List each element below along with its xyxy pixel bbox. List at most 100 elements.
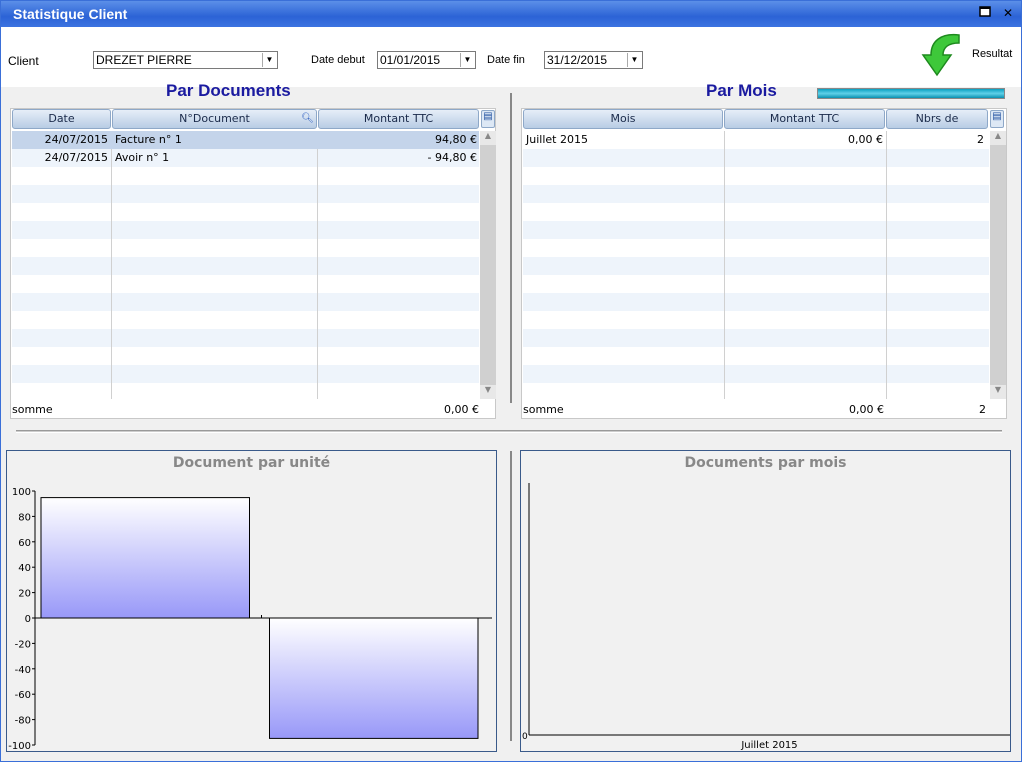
y-tick-label: -80	[15, 716, 31, 727]
column-picker-icon[interactable]: ▤	[481, 110, 495, 128]
table-row[interactable]	[523, 311, 989, 329]
splitter-vertical[interactable]	[510, 93, 512, 403]
cell-date: 24/07/2015	[44, 151, 108, 164]
table-row[interactable]	[523, 221, 989, 239]
table-row[interactable]	[12, 257, 479, 275]
scroll-up-icon[interactable]: ▲	[480, 131, 496, 145]
table-row[interactable]	[12, 221, 479, 239]
table-row[interactable]: Juillet 2015 0,00 € 2	[523, 131, 989, 149]
resultat-label[interactable]: Resultat	[972, 48, 1012, 60]
table-row[interactable]	[12, 347, 479, 365]
scroll-up-icon[interactable]: ▲	[990, 131, 1006, 145]
date-debut-value: 01/01/2015	[380, 53, 441, 67]
splitter-vertical-charts[interactable]	[510, 451, 512, 741]
cell-montant: 94,80 €	[435, 133, 477, 146]
table-row[interactable]	[523, 185, 989, 203]
maximize-icon[interactable]	[977, 5, 993, 21]
table-row[interactable]	[523, 257, 989, 275]
table-row[interactable]: 24/07/2015 Facture n° 1 94,80 €	[12, 131, 479, 149]
table-row[interactable]	[12, 275, 479, 293]
chevron-down-icon[interactable]: ▼	[627, 53, 641, 67]
table-row[interactable]	[12, 185, 479, 203]
scroll-down-icon[interactable]: ▼	[480, 385, 496, 399]
mois-footer-label: somme	[523, 403, 564, 416]
cell-document: Avoir n° 1	[115, 151, 170, 164]
table-row[interactable]: 24/07/2015 Avoir n° 1 - 94,80 €	[12, 149, 479, 167]
table-row[interactable]	[12, 329, 479, 347]
y-tick-label: -60	[15, 690, 31, 701]
date-debut-label: Date debut	[311, 54, 365, 66]
progress-bar	[817, 88, 1005, 99]
documents-scrollbar[interactable]: ▲ ▼	[480, 131, 496, 399]
y-tick-label: 60	[18, 538, 31, 549]
splitter-horizontal[interactable]	[16, 430, 1002, 433]
y-tick-label: 40	[18, 563, 31, 574]
chart1-svg: 100 80 60 40 20 0 -20 -40 -60 -80 -100	[8, 487, 492, 751]
date-debut-field[interactable]: 01/01/2015 ▼	[377, 51, 476, 69]
col-header-mois[interactable]: Mois	[523, 109, 723, 129]
client-select[interactable]: DREZET PIERRE ▼	[93, 51, 278, 69]
table-row[interactable]	[523, 365, 989, 383]
scroll-down-icon[interactable]: ▼	[990, 385, 1006, 399]
table-row[interactable]	[523, 275, 989, 293]
cell-document: Facture n° 1	[115, 133, 182, 146]
close-icon[interactable]: ✕	[1000, 5, 1016, 21]
table-row[interactable]	[523, 293, 989, 311]
search-icon[interactable]: 🔍︎	[301, 110, 314, 128]
table-row[interactable]	[12, 167, 479, 185]
window-title: Statistique Client	[13, 6, 128, 22]
chevron-down-icon[interactable]: ▼	[460, 53, 474, 67]
mois-footer-count: 2	[979, 403, 986, 416]
chart2-svg: 0 Juillet 2015	[522, 483, 1010, 751]
chevron-down-icon[interactable]: ▼	[262, 53, 276, 67]
bar	[269, 617, 479, 739]
client-label: Client	[8, 54, 39, 68]
date-fin-field[interactable]: 31/12/2015 ▼	[544, 51, 643, 69]
col-header-montant-mois[interactable]: Montant TTC	[724, 109, 885, 129]
table-row[interactable]	[523, 347, 989, 365]
title-bar: Statistique Client ✕	[1, 1, 1021, 27]
client-value: DREZET PIERRE	[96, 53, 192, 67]
resultat-arrow-icon[interactable]	[919, 31, 963, 77]
col-header-document[interactable]: N°Document 🔍︎	[112, 109, 317, 129]
table-row[interactable]	[12, 383, 479, 401]
cell-date: 24/07/2015	[44, 133, 108, 146]
col-header-nbrs[interactable]: Nbrs de document	[886, 109, 988, 143]
table-row[interactable]	[12, 311, 479, 329]
col-header-montant[interactable]: Montant TTC	[318, 109, 479, 129]
documents-table: Date N°Document 🔍︎ Montant TTC ▤ 24/07/2…	[10, 108, 496, 419]
table-row[interactable]	[12, 203, 479, 221]
table-row[interactable]	[523, 167, 989, 185]
col-header-document-label: N°Document	[179, 112, 250, 125]
cell-nbr: 2	[977, 133, 984, 146]
y-tick-label: -40	[15, 665, 31, 676]
table-row[interactable]	[523, 149, 989, 167]
mois-scrollbar[interactable]: ▲ ▼	[990, 131, 1006, 399]
chart-document-par-unite: Document par unité 100 80 60 40 20 0 -20 -40 -60…	[6, 450, 497, 752]
column-picker-icon[interactable]: ▤	[990, 110, 1004, 128]
col-header-date[interactable]: Date	[12, 109, 111, 129]
y-tick-label: -100	[8, 741, 31, 751]
filter-bar: Client DREZET PIERRE ▼ Date debut 01/01/…	[1, 27, 1021, 87]
y-tick-label: 0	[522, 732, 528, 742]
statistique-client-window: Statistique Client ✕ Client DREZET PIERR…	[0, 0, 1022, 762]
documents-footer-label: somme	[12, 403, 53, 416]
table-row[interactable]	[523, 203, 989, 221]
chart-documents-par-mois: Documents par mois 0 Juillet 2015	[520, 450, 1011, 752]
mois-footer-total: 0,00 €	[849, 403, 884, 416]
bar	[40, 497, 250, 619]
mois-table: Mois Montant TTC Nbrs de document ▤ Juil…	[521, 108, 1007, 419]
y-tick-label: -20	[15, 639, 31, 650]
documents-footer-total: 0,00 €	[444, 403, 479, 416]
table-row[interactable]	[12, 293, 479, 311]
cell-mois: Juillet 2015	[526, 133, 588, 146]
table-row[interactable]	[523, 329, 989, 347]
table-row[interactable]	[523, 383, 989, 401]
cell-montant: - 94,80 €	[427, 151, 477, 164]
y-tick-label: 20	[18, 589, 31, 600]
table-row[interactable]	[12, 239, 479, 257]
date-fin-label: Date fin	[487, 54, 525, 66]
table-row[interactable]	[523, 239, 989, 257]
table-row[interactable]	[12, 365, 479, 383]
x-tick-label: Juillet 2015	[740, 740, 797, 751]
